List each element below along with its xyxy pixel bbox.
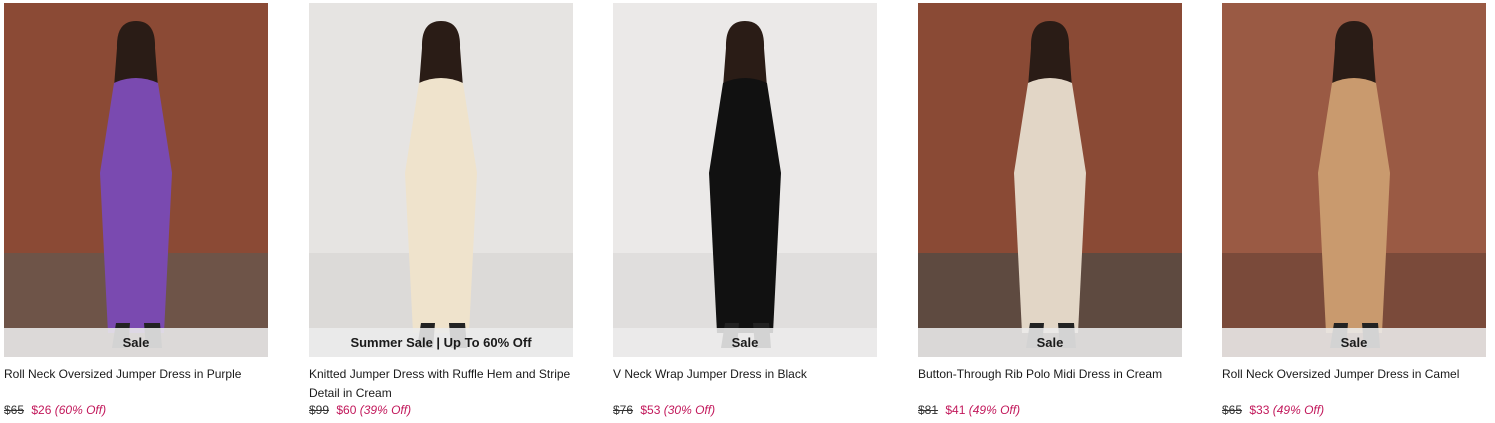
product-card-5[interactable]: Sale Roll Neck Oversized Jumper Dress in…: [1222, 3, 1486, 423]
product-card-2[interactable]: Summer Sale | Up To 60% Off Knitted Jump…: [309, 3, 573, 423]
original-price: $81: [918, 403, 939, 417]
product-image[interactable]: Sale: [613, 3, 877, 357]
product-image[interactable]: Sale: [918, 3, 1182, 357]
product-image[interactable]: Summer Sale | Up To 60% Off: [309, 3, 573, 357]
original-price: $76: [613, 403, 634, 417]
product-grid: Sale Roll Neck Oversized Jumper Dress in…: [0, 0, 1495, 423]
sale-badge: Sale: [918, 328, 1182, 357]
product-price: $65 $33 (49% Off): [1222, 403, 1324, 417]
product-name-link[interactable]: Knitted Jumper Dress with Ruffle Hem and…: [309, 365, 573, 403]
original-price: $65: [4, 403, 25, 417]
discount-percent: (30% Off): [663, 403, 716, 417]
sale-price: $26: [31, 403, 52, 417]
product-card-1[interactable]: Sale Roll Neck Oversized Jumper Dress in…: [4, 3, 268, 423]
sale-price: $60: [336, 403, 357, 417]
sale-badge: Summer Sale | Up To 60% Off: [309, 328, 573, 357]
product-photo: [613, 3, 877, 357]
product-image[interactable]: Sale: [4, 3, 268, 357]
discount-percent: (39% Off): [359, 403, 412, 417]
product-name-link[interactable]: Button-Through Rib Polo Midi Dress in Cr…: [918, 365, 1182, 403]
discount-percent: (49% Off): [1272, 403, 1325, 417]
sale-price: $53: [640, 403, 661, 417]
product-card-4[interactable]: Sale Button-Through Rib Polo Midi Dress …: [918, 3, 1182, 423]
original-price: $65: [1222, 403, 1243, 417]
original-price: $99: [309, 403, 330, 417]
product-price: $65 $26 (60% Off): [4, 403, 106, 417]
product-price: $81 $41 (49% Off): [918, 403, 1020, 417]
product-price: $99 $60 (39% Off): [309, 403, 411, 417]
product-name-link[interactable]: Roll Neck Oversized Jumper Dress in Purp…: [4, 365, 268, 403]
sale-price: $33: [1249, 403, 1270, 417]
sale-badge: Sale: [4, 328, 268, 357]
product-image[interactable]: Sale: [1222, 3, 1486, 357]
product-photo: [1222, 3, 1486, 357]
sale-badge: Sale: [1222, 328, 1486, 357]
product-photo: [309, 3, 573, 357]
discount-percent: (60% Off): [54, 403, 107, 417]
sale-badge: Sale: [613, 328, 877, 357]
product-photo: [4, 3, 268, 357]
product-photo: [918, 3, 1182, 357]
product-name-link[interactable]: Roll Neck Oversized Jumper Dress in Came…: [1222, 365, 1486, 403]
sale-price: $41: [945, 403, 966, 417]
discount-percent: (49% Off): [968, 403, 1021, 417]
product-name-link[interactable]: V Neck Wrap Jumper Dress in Black: [613, 365, 877, 403]
product-price: $76 $53 (30% Off): [613, 403, 715, 417]
product-card-3[interactable]: Sale V Neck Wrap Jumper Dress in Black $…: [613, 3, 877, 423]
